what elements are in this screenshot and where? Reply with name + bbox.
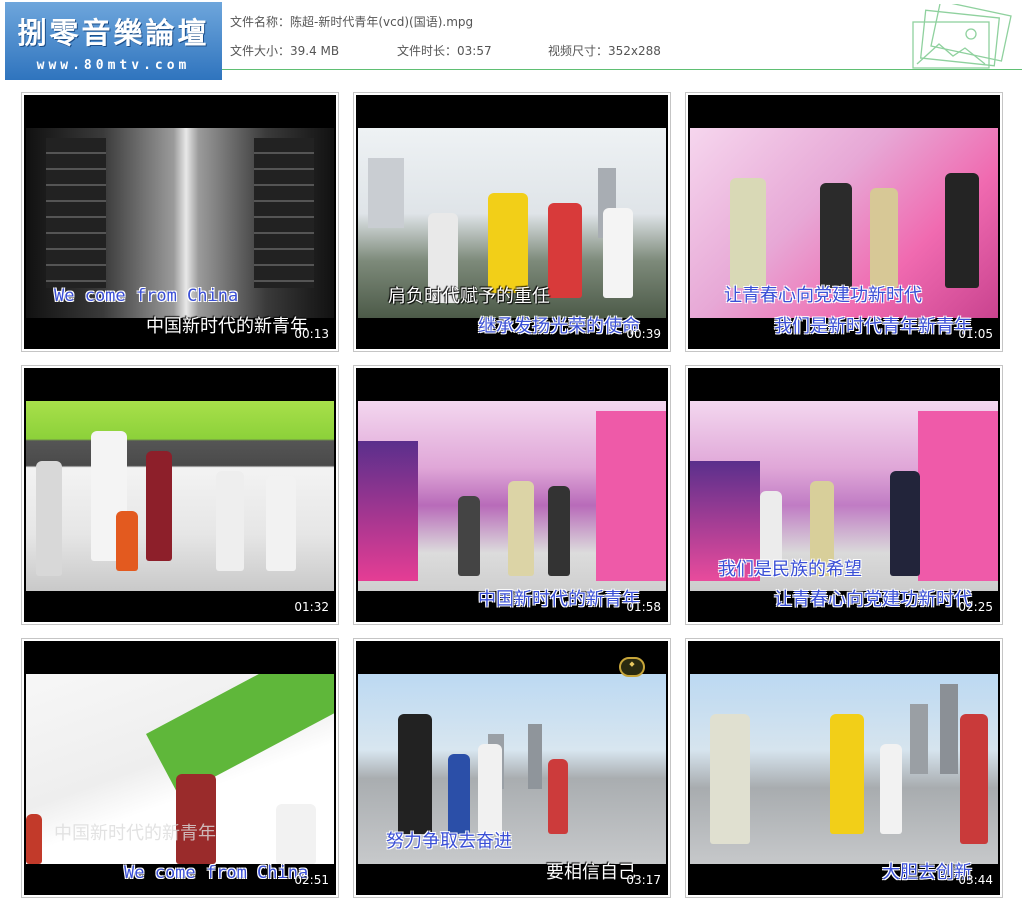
dancer-figure xyxy=(548,759,568,834)
file-name-label: 文件名称： xyxy=(230,15,291,29)
thumbnail-3[interactable]: 让青春心向党建功新时代 我们是新时代青年新青年 01:05 xyxy=(685,92,1003,352)
dancer-figure xyxy=(146,451,172,561)
timestamp: 03:17 xyxy=(626,873,661,887)
video-frame: 01:32 xyxy=(24,368,336,622)
caption-bottom: 要相信自己 xyxy=(546,862,636,883)
dancer-figure xyxy=(176,774,216,864)
thumbnail-2[interactable]: 肩负时代赋予的重任 继承发扬光荣的使命 00:39 xyxy=(353,92,671,352)
scene-image xyxy=(26,401,334,591)
building xyxy=(368,158,404,228)
caption-top: 努力争取去奋进 xyxy=(386,831,512,852)
video-frame: 肩负时代赋予的重任 继承发扬光荣的使命 00:39 xyxy=(356,95,668,349)
dancer-figure xyxy=(508,481,534,576)
video-frame: 我们是民族的希望 让青春心向党建功新时代 02:25 xyxy=(688,368,1000,622)
video-frame: 中国新时代的新青年 We come from China 02:51 xyxy=(24,641,336,895)
dancer-figure xyxy=(870,188,898,288)
file-name-info: 文件名称：陈超-新时代青年(vcd)(国语).mpg xyxy=(230,13,473,30)
timestamp: 01:05 xyxy=(958,327,993,341)
logo-url: www.80mtv.com xyxy=(36,58,191,73)
scene-image xyxy=(358,401,666,591)
dancer-figure xyxy=(36,461,62,576)
scene-image xyxy=(690,674,998,864)
timestamp: 03:44 xyxy=(958,873,993,887)
dancer-figure xyxy=(730,178,766,288)
timestamp: 02:25 xyxy=(958,600,993,614)
building xyxy=(940,684,958,774)
dancer-figure xyxy=(276,804,316,864)
video-frame: We come from China 中国新时代的新青年 00:13 xyxy=(24,95,336,349)
dancer-figure xyxy=(830,714,864,834)
thumbnail-4[interactable]: 01:32 xyxy=(21,365,339,625)
dancer-figure xyxy=(890,471,920,576)
dimensions-value: 352x288 xyxy=(608,44,661,58)
duration-label: 文件时长： xyxy=(397,44,458,58)
bookshelf-left xyxy=(46,138,106,288)
logo-title: 捌零音樂論壇 xyxy=(17,16,210,50)
caption-bottom: 继承发扬光荣的使命 xyxy=(478,316,640,337)
green-structure xyxy=(146,674,334,796)
video-frame: 大胆去创新 03:44 xyxy=(688,641,1000,895)
duration-value: 03:57 xyxy=(457,44,492,58)
file-name-value: 陈超-新时代青年(vcd)(国语).mpg xyxy=(290,15,474,29)
timestamp: 01:58 xyxy=(626,600,661,614)
caption-bottom: We come from China xyxy=(124,863,309,883)
video-frame: 让青春心向党建功新时代 我们是新时代青年新青年 01:05 xyxy=(688,95,1000,349)
video-frame: 中国新时代的新青年 01:58 xyxy=(356,368,668,622)
dancer-figure xyxy=(710,714,750,844)
dancer-figure xyxy=(945,173,979,288)
thumbnail-6[interactable]: 我们是民族的希望 让青春心向党建功新时代 02:25 xyxy=(685,365,1003,625)
timestamp: 01:32 xyxy=(294,600,329,614)
thumbnail-8[interactable]: ◆ 努力争取去奋进 要相信自己 03:17 xyxy=(353,638,671,898)
site-logo: 捌零音樂論壇 www.80mtv.com xyxy=(5,2,222,80)
caption-bottom: 我们是新时代青年新青年 xyxy=(774,316,972,337)
dancer-figure xyxy=(458,496,480,576)
thumbnail-5[interactable]: 中国新时代的新青年 01:58 xyxy=(353,365,671,625)
file-size-info: 文件大小：39.4 MB xyxy=(230,42,339,59)
thumbnail-7[interactable]: 中国新时代的新青年 We come from China 02:51 xyxy=(21,638,339,898)
bookshelf-right xyxy=(254,138,314,288)
file-size-value: 39.4 MB xyxy=(290,44,340,58)
video-frame: ◆ 努力争取去奋进 要相信自己 03:17 xyxy=(356,641,668,895)
duration-info: 文件时长：03:57 xyxy=(397,42,492,59)
dancer-figure xyxy=(820,183,852,288)
channel-logo-badge: ◆ xyxy=(619,657,645,677)
dancer-figure xyxy=(960,714,988,844)
dancer-figure xyxy=(603,208,633,298)
dancer-figure xyxy=(448,754,470,834)
caption-bottom: 中国新时代的新青年 xyxy=(478,589,640,610)
thumbnail-1[interactable]: We come from China 中国新时代的新青年 00:13 xyxy=(21,92,339,352)
picture-gallery-icon xyxy=(912,4,1012,69)
caption-bottom: 让青春心向党建功新时代 xyxy=(774,589,972,610)
dancer-figure xyxy=(548,203,582,298)
dimensions-label: 视频尺寸： xyxy=(548,44,609,58)
timestamp: 02:51 xyxy=(294,873,329,887)
arcade-machines xyxy=(358,441,418,581)
building xyxy=(528,724,542,789)
dancer-figure xyxy=(478,744,502,834)
file-size-label: 文件大小： xyxy=(230,44,291,58)
dancer-figure xyxy=(880,744,902,834)
pink-wall xyxy=(596,411,666,581)
dancer-figure xyxy=(216,471,244,571)
dancer-figure xyxy=(26,814,42,864)
dancer-figure xyxy=(266,476,296,571)
timestamp: 00:39 xyxy=(626,327,661,341)
pink-wall xyxy=(918,411,998,581)
header-divider xyxy=(222,69,1022,70)
building xyxy=(910,704,928,774)
caption-bottom: 中国新时代的新青年 xyxy=(146,316,308,337)
dancer-figure xyxy=(488,193,528,293)
caption-top: 我们是民族的希望 xyxy=(718,559,862,580)
dancer-figure xyxy=(548,486,570,576)
caption-top: We come from China xyxy=(54,286,239,306)
dancer-figure xyxy=(398,714,432,834)
caption-top: 肩负时代赋予的重任 xyxy=(388,286,550,307)
dimensions-info: 视频尺寸：352x288 xyxy=(548,42,661,59)
caption-top: 中国新时代的新青年 xyxy=(54,823,216,844)
caption-top: 让青春心向党建功新时代 xyxy=(724,285,922,306)
thumbnail-9[interactable]: 大胆去创新 03:44 xyxy=(685,638,1003,898)
timestamp: 00:13 xyxy=(294,327,329,341)
dancer-figure xyxy=(116,511,138,571)
